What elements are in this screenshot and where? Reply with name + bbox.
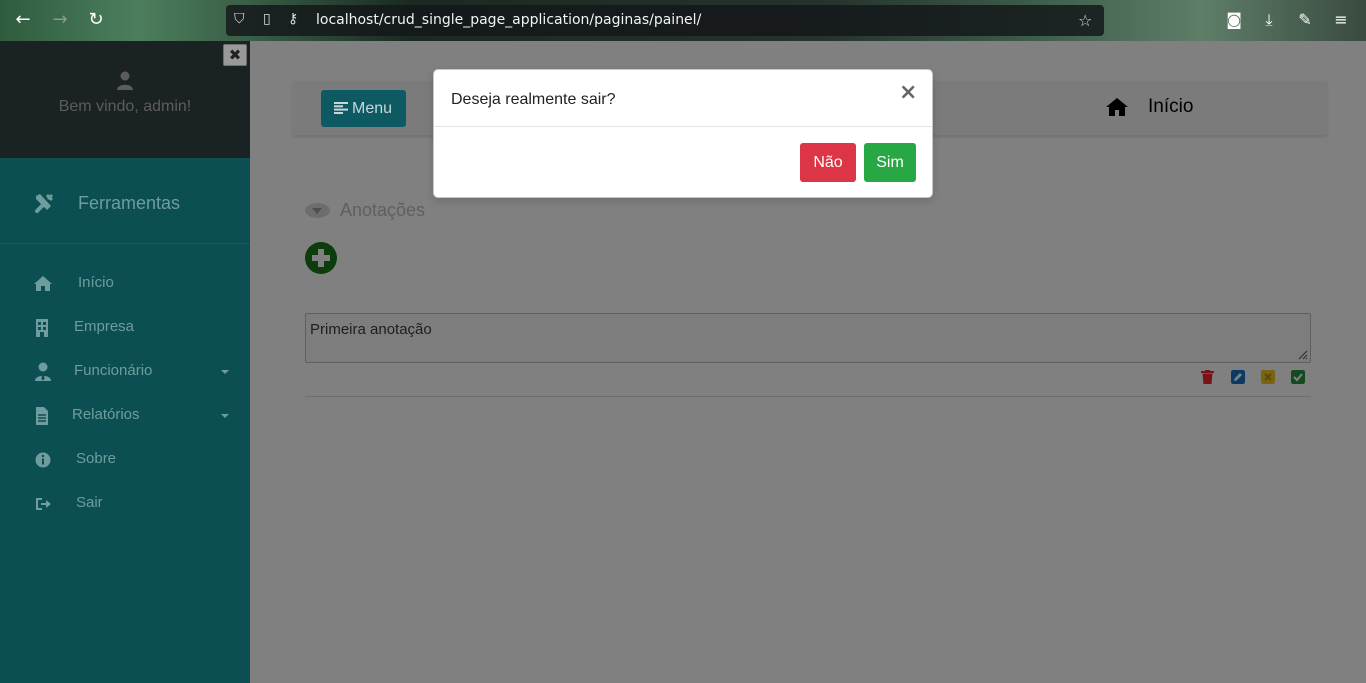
yes-button[interactable]: Sim: [864, 143, 916, 182]
no-button[interactable]: Não: [800, 143, 856, 182]
file-icon: [36, 407, 48, 425]
building-icon: [36, 319, 48, 337]
sidebar-item-label: Relatórios: [72, 406, 140, 423]
sidebar-item-sobre[interactable]: Sobre: [0, 438, 250, 482]
key-icon: ⚷: [288, 11, 299, 27]
sidebar: Bem vindo, admin! ✖ Ferramentas Início E…: [0, 41, 250, 683]
breadcrumb-home[interactable]: Início: [1148, 96, 1193, 118]
shield-icon: ⛉: [234, 11, 245, 27]
reload-icon[interactable]: ↻: [86, 10, 106, 30]
logout-confirm-modal: Deseja realmente sair? × Não Sim: [433, 69, 933, 198]
forward-arrow-icon[interactable]: →: [50, 10, 70, 30]
hamburger-menu-icon[interactable]: ≡: [1331, 10, 1351, 29]
cancel-x-icon[interactable]: [1261, 370, 1275, 384]
close-icon[interactable]: ×: [899, 80, 917, 105]
notes-title: Anotações: [340, 200, 426, 220]
sign-out-icon: [36, 498, 51, 510]
sidebar-item-label: Empresa: [74, 318, 135, 335]
resize-grip-icon[interactable]: [1296, 348, 1308, 360]
trash-icon[interactable]: [1201, 370, 1214, 384]
close-sidebar-button[interactable]: ✖: [223, 44, 247, 66]
sidebar-item-relatorios[interactable]: Relatórios: [0, 394, 250, 438]
sidebar-item-funcionario[interactable]: Funcionário: [0, 350, 250, 394]
url-bar[interactable]: ⛉ ▯ ⚷ localhost/crud_single_page_applica…: [226, 5, 1104, 36]
modal-title: Deseja realmente sair?: [451, 91, 616, 108]
divider: [305, 396, 1311, 397]
sidebar-item-label: Sair: [76, 494, 103, 511]
chevron-down-icon[interactable]: [305, 203, 330, 218]
back-arrow-icon[interactable]: ←: [13, 10, 33, 30]
page-icon: ▯: [263, 11, 271, 27]
url-text[interactable]: localhost/crud_single_page_application/p…: [316, 12, 701, 28]
tools-label: Ferramentas: [78, 193, 181, 213]
note-textarea[interactable]: Primeira anotação: [305, 313, 1311, 363]
sidebar-item-inicio[interactable]: Início: [0, 262, 250, 306]
user-tie-icon: [35, 362, 51, 381]
welcome-text: Bem vindo, admin!: [58, 98, 192, 115]
pocket-icon[interactable]: ◙: [1224, 10, 1244, 29]
download-icon[interactable]: ⤓: [1259, 10, 1279, 30]
sidebar-item-label: Início: [78, 274, 114, 291]
home-icon: [1106, 98, 1128, 116]
browser-toolbar: ← → ↻ ⛉ ▯ ⚷ localhost/crud_single_page_a…: [0, 0, 1366, 41]
chevron-down-icon: [221, 414, 229, 418]
note-text[interactable]: Primeira anotação: [310, 321, 432, 338]
sidebar-item-empresa[interactable]: Empresa: [0, 306, 250, 350]
align-left-icon: [334, 102, 348, 114]
add-note-plus-icon[interactable]: [305, 242, 337, 274]
star-bookmark-icon[interactable]: ☆: [1078, 11, 1092, 30]
modal-header: Deseja realmente sair? ×: [434, 70, 932, 127]
sidebar-item-label: Funcionário: [74, 362, 153, 379]
user-icon: [117, 71, 133, 90]
menu-toggle-button[interactable]: Menu: [321, 90, 406, 127]
home-icon: [34, 276, 52, 291]
sidebar-item-label: Sobre: [76, 450, 117, 467]
chevron-down-icon: [221, 370, 229, 374]
tools-section: Ferramentas: [0, 158, 250, 244]
info-icon: [35, 452, 51, 468]
wrench-icon[interactable]: ✎: [1295, 10, 1315, 29]
menu-button-label: Menu: [352, 100, 393, 117]
sidebar-item-sair[interactable]: Sair: [0, 482, 250, 526]
tools-icon: [35, 193, 54, 213]
edit-icon[interactable]: [1231, 370, 1245, 384]
check-icon[interactable]: [1291, 370, 1305, 384]
sidebar-header: Bem vindo, admin! ✖: [0, 41, 250, 158]
